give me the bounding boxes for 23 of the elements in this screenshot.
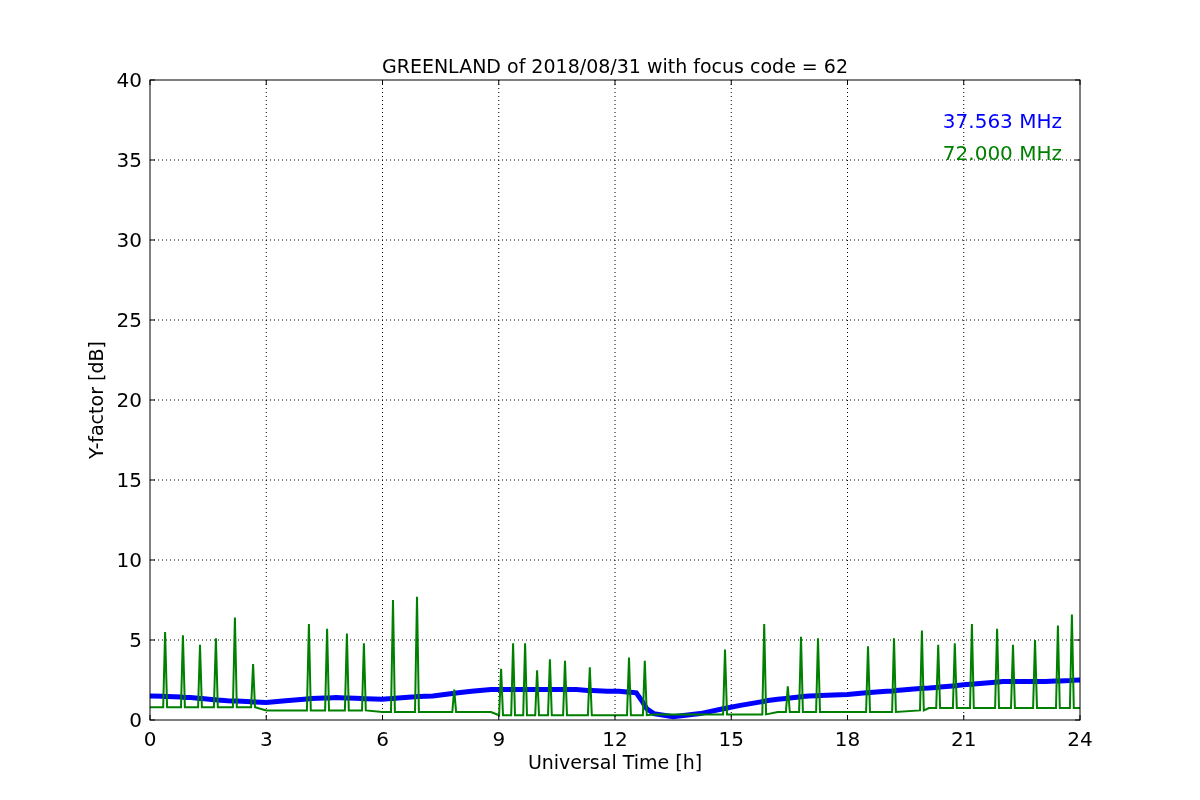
tick-label: 18 [834, 727, 861, 751]
legend-label: 72.000 MHz [942, 141, 1062, 165]
y-axis-label: Y-factor [dB] [85, 341, 107, 459]
tick-label: 25 [116, 308, 142, 332]
tick-label: 35 [116, 148, 142, 172]
tick-label: 15 [718, 727, 744, 751]
tick-label: 24 [1067, 727, 1093, 751]
tick-label: 20 [116, 388, 142, 412]
tick-label: 9 [492, 727, 506, 751]
x-axis-label: Universal Time [h] [527, 751, 703, 773]
tick-label: 12 [602, 727, 628, 751]
tick-label: 5 [129, 628, 142, 652]
tick-label: 0 [129, 708, 142, 732]
tick-label: 15 [116, 468, 142, 492]
legend-label: 37.563 MHz [942, 109, 1062, 133]
tick-label: 6 [376, 727, 389, 751]
tick-label: 21 [951, 727, 977, 751]
tick-label: 30 [116, 228, 142, 252]
tick-label: 10 [116, 548, 142, 572]
chart-title: GREENLAND of 2018/08/31 with focus code = 62 [382, 55, 848, 77]
tick-label: 0 [143, 727, 157, 751]
tick-label: 40 [116, 68, 142, 92]
tick-label: 3 [259, 727, 273, 751]
